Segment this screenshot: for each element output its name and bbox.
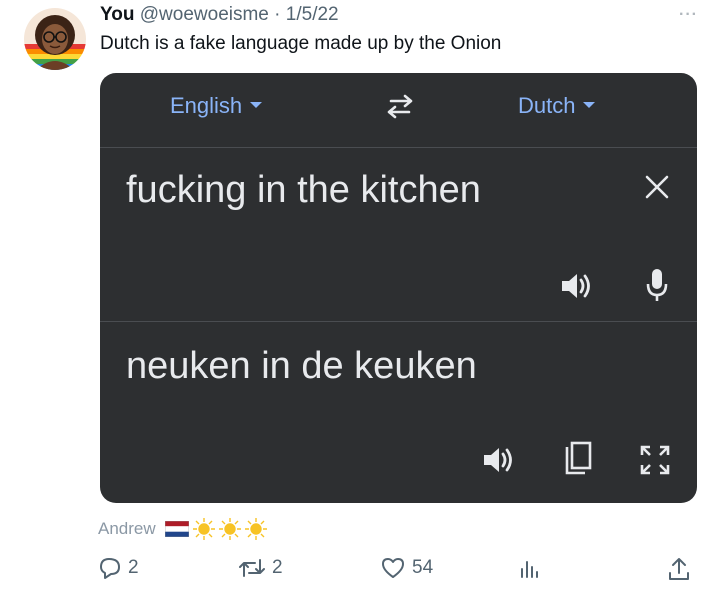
swap-languages-icon	[387, 94, 413, 119]
tweet-actions: 2 2 54	[0, 556, 720, 588]
retweet-count: 2	[272, 557, 283, 578]
target-language-selector: Dutch	[518, 93, 596, 119]
source-language-selector: English	[170, 93, 263, 119]
retweet-icon	[239, 559, 265, 577]
reply-icon	[100, 558, 120, 579]
reply-count: 2	[128, 557, 139, 578]
source-text: fucking in the kitchen	[126, 169, 481, 211]
views-button[interactable]	[518, 556, 542, 580]
tweet-text: Dutch is a fake language made up by the …	[100, 33, 502, 54]
chevron-down-icon	[250, 102, 263, 109]
tweet-header: You @woewoeisme · 1/5/22	[100, 2, 339, 28]
divider	[100, 147, 697, 148]
microphone-icon	[646, 269, 668, 301]
source-language-label: English	[170, 93, 243, 118]
like-count: 54	[412, 557, 434, 578]
chevron-down-icon	[583, 102, 596, 109]
heart-icon	[382, 558, 404, 578]
reply-button[interactable]: 2	[98, 556, 139, 580]
speaker-icon	[484, 448, 512, 472]
share-button[interactable]	[667, 556, 691, 582]
share-icon	[669, 558, 689, 580]
fullscreen-icon	[640, 445, 670, 475]
analytics-icon	[521, 561, 538, 578]
target-language-label: Dutch	[518, 93, 576, 118]
netherlands-flag-icon	[165, 521, 189, 537]
tweet-date[interactable]: 1/5/22	[286, 4, 339, 25]
more-options-icon[interactable]: ···	[679, 6, 698, 24]
reply-preview-name: Andrew	[98, 519, 156, 538]
author-handle[interactable]: @woewoeisme	[140, 4, 269, 25]
separator: ·	[274, 4, 281, 25]
translate-screenshot[interactable]: English Dutch fucking in the kitchen neu…	[100, 73, 697, 503]
avatar-image	[24, 8, 86, 70]
sun-emoji-icons	[193, 518, 267, 540]
speaker-icon	[562, 274, 590, 298]
close-icon	[645, 175, 669, 199]
retweet-button[interactable]: 2	[238, 556, 283, 580]
translated-text: neuken in de keuken	[126, 345, 477, 387]
copy-icon	[565, 441, 592, 475]
avatar[interactable]	[24, 8, 86, 70]
divider	[100, 321, 697, 322]
author-name[interactable]: You	[100, 4, 134, 25]
like-button[interactable]: 54	[380, 556, 433, 580]
